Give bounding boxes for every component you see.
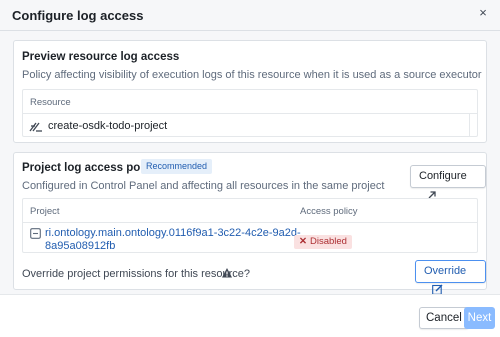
recommended-badge: Recommended (141, 159, 213, 174)
x-icon: ✕ (299, 236, 307, 247)
resource-table: Resource create-osdk-todo-project (22, 89, 478, 137)
project-link-line1: ri.ontology.main.ontology.0116f9a1-3c22-… (45, 227, 301, 239)
access-policy-label: Disabled (309, 236, 347, 247)
configure-log-access-dialog: Configure log access × Preview resource … (0, 0, 500, 337)
cancel-button[interactable]: Cancel (419, 307, 469, 329)
close-icon[interactable]: × (474, 5, 492, 25)
resource-table-header: Resource (23, 90, 477, 114)
configure-button[interactable]: Configure (410, 165, 486, 199)
configure-label: Configure (419, 170, 467, 182)
override-button[interactable]: Override (415, 260, 486, 295)
project-policy-title: Project log access policy (22, 162, 160, 174)
preview-subtitle: Policy affecting visibility of execution… (22, 69, 482, 81)
preview-title: Preview resource log access (22, 51, 180, 63)
preview-resource-card: Preview resource log access Policy affec… (13, 40, 487, 143)
next-button[interactable]: Next (464, 307, 495, 329)
access-policy-column-header: Access policy (300, 206, 358, 217)
project-link-line2: 8a95a08912fb (45, 240, 116, 252)
access-policy-tag: ✕ Disabled (294, 235, 352, 249)
project-table: Project Access policy ri.ontology.main.o… (22, 198, 478, 253)
project-policy-subtitle: Configured in Control Panel and affectin… (22, 180, 385, 192)
resource-icon (29, 120, 43, 132)
resource-row-divider (469, 114, 470, 137)
dialog-header: Configure log access × (0, 0, 500, 31)
project-icon (30, 228, 41, 239)
project-table-header: Project Access policy (23, 199, 477, 223)
override-question: Override project permissions for this re… (22, 268, 251, 280)
project-policy-card: Project log access policy Recommended Co… (13, 152, 487, 295)
resource-name: create-osdk-todo-project (48, 120, 168, 132)
project-column-header: Project (30, 206, 60, 217)
dialog-footer: Cancel Next (0, 294, 500, 337)
warning-icon (221, 267, 233, 279)
override-label: Override (424, 265, 467, 277)
dialog-title: Configure log access (12, 8, 144, 23)
project-link[interactable]: ri.ontology.main.ontology.0116f9a1-3c22-… (45, 227, 301, 253)
dialog-body: Preview resource log access Policy affec… (0, 31, 500, 295)
resource-column-header: Resource (30, 97, 71, 108)
